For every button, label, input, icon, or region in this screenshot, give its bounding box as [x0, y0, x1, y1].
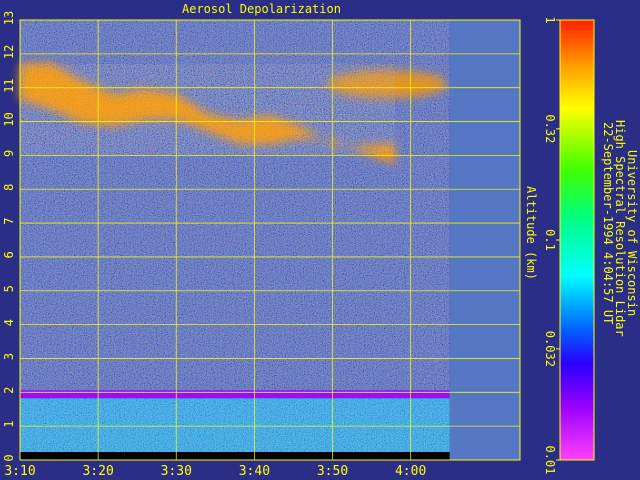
- y-tick-label-0: 0: [2, 454, 16, 461]
- x-tick-label-3:30: 3:30: [161, 464, 192, 479]
- x-tick-label-3:20: 3:20: [82, 464, 113, 479]
- colorbar: [559, 19, 595, 461]
- chart-title: Aerosol Depolarization: [182, 2, 341, 16]
- y-tick-label-13: 13: [2, 11, 16, 25]
- y-tick-label-2: 2: [2, 387, 16, 394]
- x-tick-label-3:40: 3:40: [239, 464, 270, 479]
- colorbar-tick-label-0.1: 0.1: [543, 229, 557, 251]
- colorbar-tick-label-1: 1: [543, 16, 557, 23]
- ground-strip: [20, 452, 450, 460]
- y-tick-label-7: 7: [2, 217, 16, 224]
- y-tick-label-11: 11: [2, 78, 16, 92]
- annotation-institution: University of Wisconsin: [625, 150, 639, 317]
- y-tick-label-5: 5: [2, 285, 16, 292]
- colorbar-tick-label-0.01: 0.01: [543, 446, 557, 475]
- y-axis-label: Altitude (km): [524, 186, 538, 280]
- x-tick-label-3:50: 3:50: [317, 464, 348, 479]
- y-tick-label-8: 8: [2, 184, 16, 191]
- x-tick-label-3:10: 3:10: [4, 464, 35, 479]
- y-tick-label-1: 1: [2, 421, 16, 428]
- lidar-chart: 0123456789101112133:10 3:20 3:30 3:40 3:50 4:…: [2, 11, 595, 479]
- x-tick-label-4:00: 4:00: [395, 464, 426, 479]
- y-tick-label-6: 6: [2, 251, 16, 258]
- y-tick-label-10: 10: [2, 112, 16, 126]
- colorbar-tick-label-0.32: 0.32: [543, 114, 557, 143]
- y-tick-label-12: 12: [2, 45, 16, 59]
- feature-boundary-top: [20, 390, 450, 399]
- annotation-instrument: High Spectral Resolution Lidar: [613, 120, 627, 337]
- y-tick-label-3: 3: [2, 353, 16, 360]
- y-tick-label-4: 4: [2, 319, 16, 326]
- y-tick-label-9: 9: [2, 150, 16, 157]
- no-data-region: [449, 20, 520, 460]
- annotation-timestamp: 22-September-1994 4:04:57 UT: [601, 122, 615, 325]
- colorbar-tick-label-0.032: 0.032: [543, 331, 557, 367]
